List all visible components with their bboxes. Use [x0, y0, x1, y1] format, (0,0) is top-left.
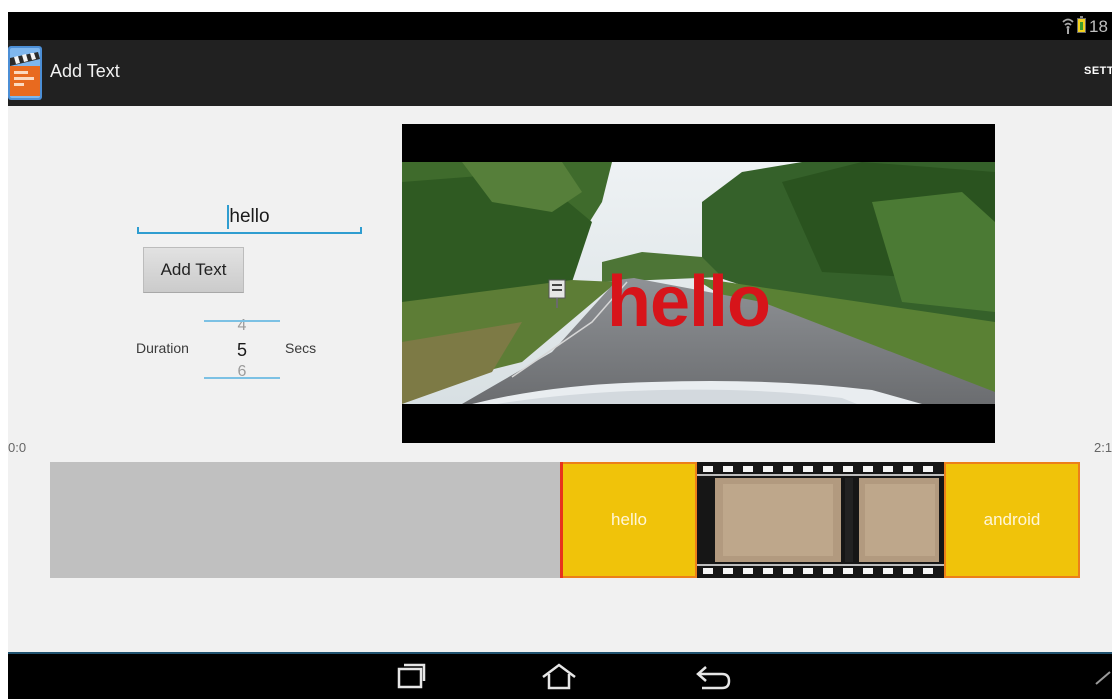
settings-button[interactable]: SETT [1084, 65, 1112, 77]
video-preview[interactable]: hello [402, 124, 995, 443]
playhead[interactable] [560, 462, 563, 578]
add-text-button[interactable]: Add Text [143, 247, 244, 293]
status-time: 18 [1089, 17, 1108, 36]
page-title: Add Text [50, 61, 120, 81]
overlay-text-preview[interactable]: hello [607, 266, 807, 338]
video-clip[interactable] [697, 462, 944, 578]
duration-picker[interactable]: 4 5 6 [204, 318, 280, 384]
overlay-text-input[interactable] [137, 198, 362, 236]
battery-icon [1077, 16, 1086, 33]
picker-top-divider [204, 320, 280, 322]
text-clip-hello[interactable]: hello [561, 462, 697, 578]
timeline-start-time: 0:0 [8, 440, 27, 455]
recent-apps-icon[interactable] [396, 663, 426, 689]
secs-label: Secs [285, 340, 317, 356]
text-clip-android[interactable]: android [944, 462, 1080, 578]
clapperboard-icon[interactable] [8, 46, 42, 100]
home-icon[interactable] [540, 663, 578, 691]
device-screen: 18 Add Text SETT Add Text Duration 4 5 6… [8, 12, 1112, 699]
status-bar: 18 [8, 12, 1112, 40]
text-clip-label: hello [611, 510, 647, 529]
timeline-track[interactable]: hello android [50, 462, 1080, 578]
wifi-icon [1062, 18, 1074, 34]
text-clip-label: android [983, 510, 1041, 529]
film-strip-icon [697, 462, 944, 578]
duration-label: Duration [136, 340, 189, 356]
input-underline [137, 227, 362, 234]
action-bar: Add Text SETT [8, 40, 1112, 106]
back-icon[interactable] [694, 663, 734, 691]
timeline-end-time: 2:1 [1094, 440, 1112, 455]
menu-overflow-icon[interactable] [1094, 668, 1112, 686]
text-cursor [227, 205, 229, 229]
picker-current-value[interactable]: 5 [204, 340, 280, 360]
screen: 18 Add Text SETT Add Text Duration 4 5 6… [0, 0, 1112, 699]
navigation-bar [8, 652, 1112, 699]
picker-bottom-divider [204, 377, 280, 379]
